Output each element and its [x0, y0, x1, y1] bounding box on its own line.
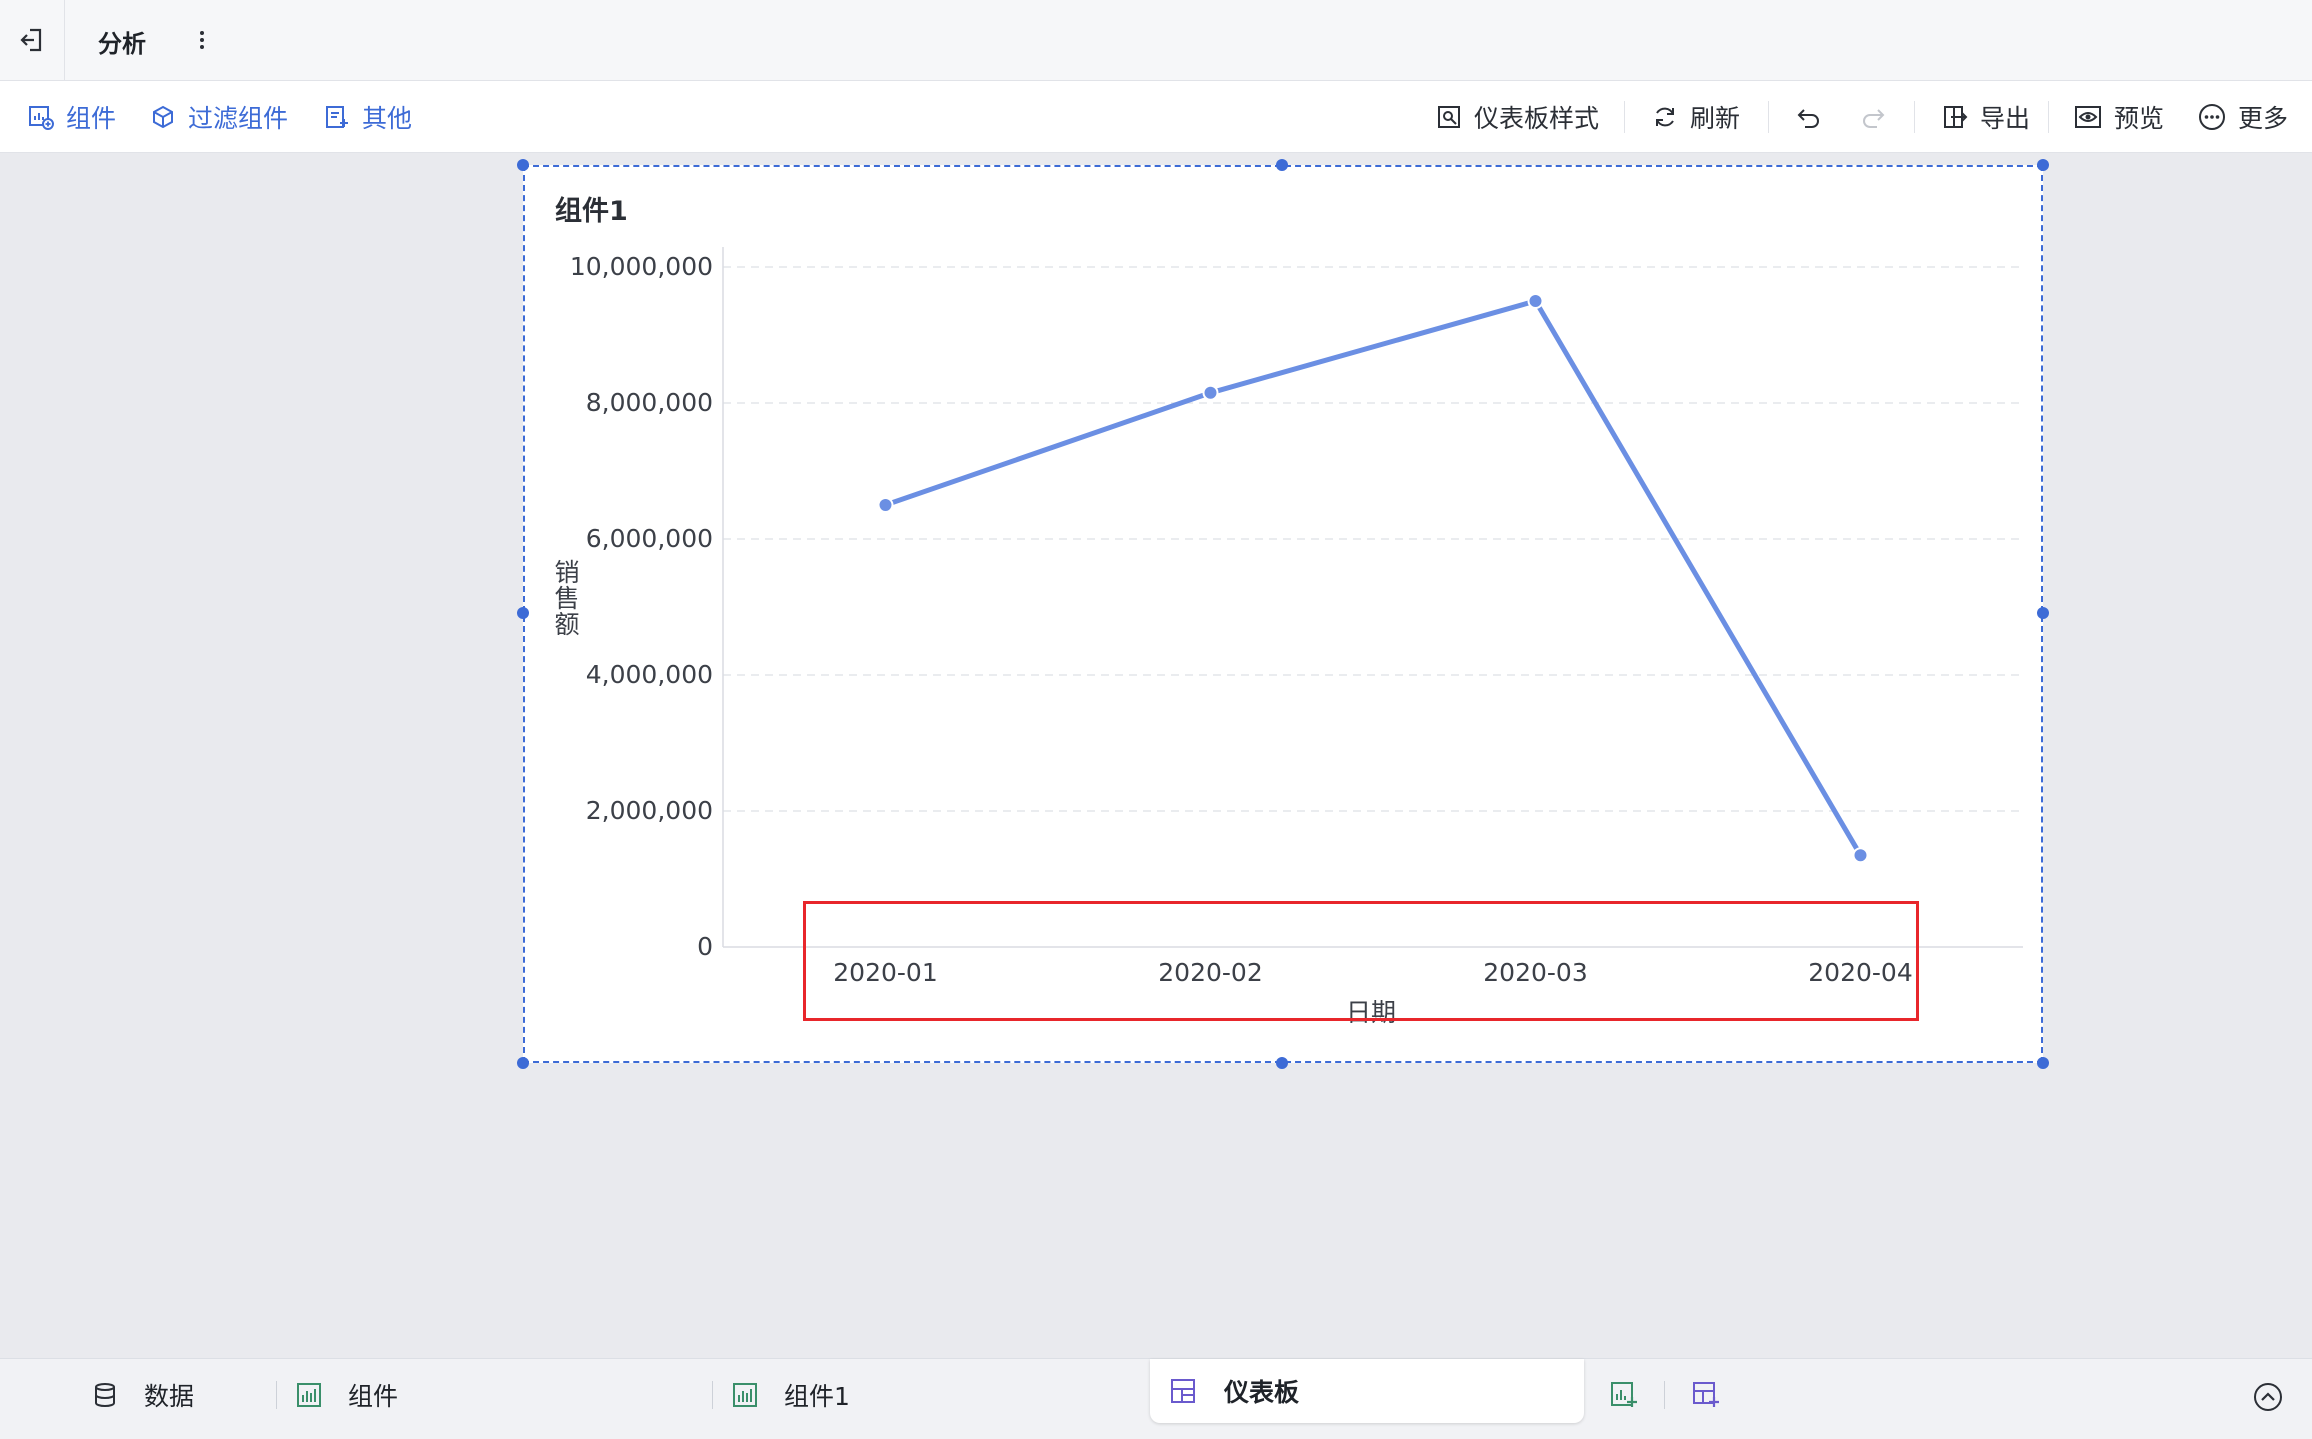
- refresh-label: 刷新: [1690, 103, 1741, 133]
- tab-component1-label: 组件1: [784, 1382, 850, 1411]
- tab-component[interactable]: 组件: [296, 1359, 398, 1431]
- redo-icon: [1863, 108, 1885, 128]
- other-doc-icon: [326, 105, 348, 128]
- more-button[interactable]: 更多: [2198, 81, 2288, 152]
- tab-divider: [276, 1381, 277, 1409]
- x-axis-title: 日期: [1346, 998, 1396, 1027]
- chart-widget[interactable]: 组件1 0 2,000,000 4,000,000 6,000,000 8,000,00…: [523, 165, 2043, 1063]
- preview-button[interactable]: 预览: [2074, 81, 2164, 152]
- y-tick-label: 2,000,000: [586, 796, 713, 825]
- export-button[interactable]: 导出: [1942, 81, 2030, 152]
- undo-button[interactable]: [1796, 81, 1822, 152]
- filter-component-label: 过滤组件: [188, 103, 289, 133]
- bar-chart-icon: [733, 1383, 757, 1407]
- preview-label: 预览: [2114, 103, 2165, 133]
- resize-handle-bottom-left[interactable]: [517, 1057, 529, 1069]
- series-line: [884, 298, 1863, 857]
- chevron-up-circle-icon: [2254, 1383, 2282, 1411]
- bar-chart-icon: [297, 1383, 321, 1407]
- add-dashboard-icon: [1693, 1382, 1719, 1407]
- y-tick-label: 4,000,000: [586, 660, 713, 689]
- vertical-dots-icon: [200, 31, 204, 49]
- toolbar-divider: [1768, 101, 1769, 133]
- preview-eye-icon: [2075, 105, 2101, 128]
- y-tick-label: 8,000,000: [586, 388, 713, 417]
- more-label: 更多: [2238, 103, 2289, 133]
- data-point: [1852, 847, 1869, 864]
- line-chart: 0 2,000,000 4,000,000 6,000,000 8,000,000 10,…: [554, 247, 2023, 1027]
- add-component-tab-button[interactable]: [1610, 1359, 1638, 1431]
- add-chart-icon: [29, 105, 54, 130]
- x-tick-label: 2020-04: [1808, 958, 1912, 987]
- toolbar-divider: [2048, 101, 2049, 133]
- database-icon: [95, 1383, 115, 1407]
- tab-component1[interactable]: 组件1: [732, 1359, 850, 1431]
- resize-handle-right[interactable]: [2037, 607, 2049, 619]
- y-tick-label: 0: [697, 932, 713, 961]
- resize-handle-top-left[interactable]: [517, 159, 529, 171]
- data-point: [1202, 384, 1219, 401]
- dashboard-style-label: 仪表板样式: [1474, 103, 1600, 133]
- tab-data[interactable]: 数据: [92, 1359, 194, 1431]
- add-component-label: 组件: [66, 103, 117, 133]
- y-tick-label: 6,000,000: [586, 524, 713, 553]
- toolbar: 组件 过滤组件 其他 仪表板样式 刷新 导出 预览 更多: [0, 81, 2312, 153]
- add-dashboard-tab-button[interactable]: [1692, 1359, 1720, 1431]
- other-label: 其他: [362, 103, 413, 133]
- export-label: 导出: [1980, 103, 2031, 133]
- add-chart-icon: [1611, 1382, 1637, 1407]
- exit-button[interactable]: [0, 0, 65, 80]
- x-tick-label: 2020-01: [833, 958, 937, 987]
- collapse-button[interactable]: [2253, 1382, 2283, 1412]
- more-circle-icon: [2199, 103, 2225, 130]
- x-tick-label: 2020-02: [1158, 958, 1262, 987]
- resize-handle-top[interactable]: [1276, 159, 1288, 171]
- undo-icon: [1797, 108, 1819, 128]
- toolbar-divider: [1914, 101, 1915, 133]
- tab-divider: [1664, 1381, 1665, 1409]
- dashboard-grid-icon: [1171, 1379, 1195, 1403]
- x-tick-label: 2020-03: [1483, 958, 1587, 987]
- page-title: 分析: [98, 30, 146, 58]
- redo-button[interactable]: [1860, 81, 1886, 152]
- bottom-tab-bar: 数据 组件 组件1 仪表板: [0, 1358, 2312, 1439]
- toolbar-divider: [1624, 101, 1625, 133]
- add-component-button[interactable]: 组件: [28, 81, 116, 152]
- title-more-button[interactable]: [190, 22, 214, 58]
- other-button[interactable]: 其他: [324, 81, 412, 152]
- title-bar: 分析: [0, 0, 2312, 81]
- exit-icon: [20, 28, 42, 52]
- refresh-button[interactable]: 刷新: [1652, 81, 1740, 152]
- tab-dashboard[interactable]: 仪表板: [1150, 1359, 1584, 1423]
- resize-handle-left[interactable]: [517, 607, 529, 619]
- data-point: [877, 497, 894, 513]
- filter-component-button[interactable]: 过滤组件: [150, 81, 288, 152]
- tab-dashboard-label: 仪表板: [1224, 1378, 1300, 1407]
- tab-divider: [712, 1381, 713, 1409]
- resize-handle-top-right[interactable]: [2037, 159, 2049, 171]
- export-icon: [1944, 105, 1968, 128]
- resize-handle-bottom[interactable]: [1276, 1057, 1288, 1069]
- y-tick-label: 10,000,000: [570, 252, 713, 281]
- tab-component-label: 组件: [348, 1382, 399, 1411]
- tab-data-label: 数据: [144, 1382, 195, 1411]
- refresh-icon: [1656, 107, 1674, 126]
- y-axis-title: 销售额: [554, 558, 579, 639]
- dashboard-style-icon: [1438, 105, 1460, 128]
- data-point: [1527, 293, 1544, 309]
- filter-cube-icon: [153, 105, 173, 128]
- resize-handle-bottom-right[interactable]: [2037, 1057, 2049, 1069]
- dashboard-style-button[interactable]: 仪表板样式: [1436, 81, 1599, 152]
